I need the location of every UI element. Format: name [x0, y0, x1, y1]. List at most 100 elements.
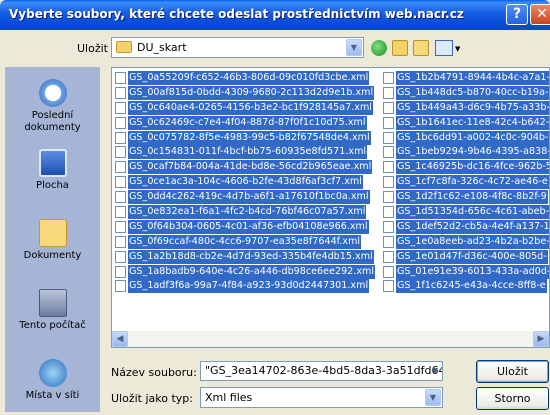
filetype-dropdown[interactable]: Xml files	[200, 387, 443, 408]
xml-file-icon	[115, 206, 126, 219]
file-list-item[interactable]: GS_0caf7b84-004a-41de-bd8e-56cd2b965eae.…	[115, 160, 373, 175]
file-list-item[interactable]: GS_00af815d-0bdd-4309-9680-2c113d2d9e1b.…	[115, 85, 375, 101]
file-name: GS_0dd4c262-419c-4d7b-a6f1-a17610f1bc0a.…	[128, 190, 370, 205]
up-folder-icon[interactable]	[392, 40, 408, 56]
file-list-item[interactable]: GS_1def52d2-cb5a-4e4f-a137-1	[383, 219, 549, 235]
xml-file-icon	[383, 220, 394, 233]
file-name: GS_1b2b4791-8944-4b4c-a7a1-	[396, 71, 550, 85]
horizontal-scrollbar[interactable]: ◀ ▶	[112, 331, 549, 347]
xml-file-icon	[115, 161, 126, 174]
file-list-item[interactable]: GS_1a2b18d8-cb2e-4d7d-93ed-335b4fe4db15.…	[115, 249, 374, 265]
xml-file-icon	[383, 131, 394, 144]
file-name: GS_1a8badb9-640e-4c26-a446-db98ce6ee292.…	[128, 264, 376, 279]
file-list-item[interactable]: GS_0c075782-8f5e-4983-99c5-b82f67548de4.…	[115, 130, 371, 146]
lookin-value: DU_skart	[137, 41, 187, 54]
place-network[interactable]: Místa v síti	[5, 359, 100, 402]
file-list-item[interactable]: GS_0c62469c-c7e4-4f04-887d-87f0f1c10d75.…	[115, 115, 370, 131]
file-list-item[interactable]: GS_1d2f1c62-e108-4f8c-8b2f-9	[383, 190, 549, 205]
xml-file-icon	[383, 206, 394, 219]
file-name: GS_1a2b18d8-cb2e-4d7d-93ed-335b4fe4db15.…	[128, 249, 374, 264]
view-menu-icon[interactable]	[435, 40, 453, 56]
file-list-item[interactable]: GS_0c640ae4-0265-4156-b3e2-bc1f928145a7.…	[115, 100, 373, 116]
file-list-item[interactable]: GS_1a8badb9-640e-4c26-a446-db98ce6ee292.…	[115, 264, 376, 280]
help-button[interactable]: ?	[506, 4, 528, 25]
scroll-right-icon[interactable]: ▶	[533, 331, 549, 347]
file-list-item[interactable]: GS_1b1641ec-11e8-42c4-b642-	[383, 115, 549, 131]
recent-documents-icon	[38, 79, 67, 107]
xml-file-icon	[115, 116, 126, 129]
xml-file-icon	[115, 131, 126, 144]
file-list-item[interactable]: GS_0f69ccaf-480c-4cc6-9707-ea35e8f7644f.…	[115, 234, 370, 250]
chevron-down-icon[interactable]: ▼	[346, 39, 362, 56]
file-list-item[interactable]: GS_0f64b304-0605-4c01-af36-efb04108e966.…	[115, 219, 370, 235]
save-button[interactable]: Uložit	[476, 360, 549, 383]
file-name: GS_00af815d-0bdd-4309-9680-2c113d2d9e1b.…	[128, 85, 375, 100]
desktop-icon	[38, 149, 67, 177]
place-desktop[interactable]: Plocha	[5, 149, 100, 192]
view-menu-arrow-icon[interactable]: ▼	[455, 45, 460, 53]
xml-file-icon	[383, 250, 394, 263]
file-list-item[interactable]: GS_1bc6dd91-a002-4c0c-904b-	[383, 130, 549, 146]
file-list-item[interactable]: GS_0dd4c262-419c-4d7b-a6f1-a17610f1bc0a.…	[115, 190, 370, 205]
xml-file-icon	[383, 265, 394, 278]
chevron-down-icon[interactable]: ▼	[425, 389, 441, 406]
file-list[interactable]: GS_0a55209f-c652-46b3-806d-09c010fd3cbe.…	[111, 67, 550, 348]
window-title: Vyberte soubory, které chcete odeslat pr…	[9, 7, 464, 21]
file-name: GS_0f69ccaf-480c-4cc6-9707-ea35e8f7644f.…	[128, 234, 362, 249]
file-name: GS_0c62469c-c7e4-4f04-887d-87f0f1c10d75.…	[128, 115, 367, 130]
file-name: GS_1b449a43-d6c9-4b75-a33b-	[396, 100, 550, 115]
close-button[interactable]: ✕	[530, 4, 550, 25]
back-icon[interactable]	[371, 40, 387, 56]
xml-file-icon	[115, 191, 126, 204]
file-list-item[interactable]: GS_1d51354d-656c-4c61-abeb-	[383, 205, 550, 220]
file-list-item[interactable]: GS_1b448dc5-b870-40cc-b19a-9	[383, 85, 549, 101]
file-list-item[interactable]: GS_1b449a43-d6c9-4b75-a33b-	[383, 100, 550, 116]
file-list-item[interactable]: GS_1cf7c8fa-326c-4c72-ae46-e	[383, 175, 549, 190]
file-name: GS_1e0a8eeb-ad23-4b2a-b2be-	[396, 234, 550, 249]
folder-icon	[116, 41, 132, 53]
cancel-button[interactable]: Storno	[476, 387, 549, 410]
file-name: GS_1c46925b-dc16-4fce-962b-5	[396, 160, 549, 175]
place-recent-documents[interactable]: Poslední dokumenty	[5, 79, 100, 134]
file-name: GS_0e832ea1-f6a1-4fc2-b4cd-76bf46c07a57.…	[128, 205, 367, 220]
scroll-left-icon[interactable]: ◀	[112, 331, 128, 347]
chevron-down-icon[interactable]: ▼	[428, 363, 442, 379]
file-list-item[interactable]: GS_01e91e39-6013-433a-ad0d-	[383, 264, 550, 280]
file-list-item[interactable]: GS_1c46925b-dc16-4fce-962b-5	[383, 160, 549, 175]
network-icon	[38, 359, 67, 387]
file-name: GS_1bc6dd91-a002-4c0c-904b-	[396, 130, 549, 145]
lookin-dropdown[interactable]: DU_skart ▼	[111, 37, 364, 58]
xml-file-icon	[115, 176, 126, 189]
place-documents[interactable]: Dokumenty	[5, 219, 100, 262]
file-name: GS_0c075782-8f5e-4983-99c5-b82f67548de4.…	[128, 130, 371, 145]
file-list-item[interactable]: GS_0ce1ac3a-104c-4606-b2fe-43d8f6af3cf7.…	[115, 175, 370, 190]
xml-file-icon	[383, 146, 394, 159]
file-list-item[interactable]: GS_1e01d47f-d36c-400e-805d-	[383, 249, 549, 265]
xml-file-icon	[115, 146, 126, 159]
filename-label: Název souboru:	[111, 366, 197, 379]
file-list-item[interactable]: GS_1f1c6245-e43a-4cce-8ff8-e	[383, 279, 549, 294]
xml-file-icon	[115, 220, 126, 233]
file-list-item[interactable]: GS_1beb9294-9b46-4395-a838-	[383, 145, 550, 160]
file-list-item[interactable]: GS_1adf3f6a-99a7-4f84-a923-93d0d2447301.…	[115, 279, 370, 294]
file-name: GS_1cf7c8fa-326c-4c72-ae46-e	[396, 175, 549, 190]
file-name: GS_1beb9294-9b46-4395-a838-	[396, 145, 550, 160]
place-my-computer[interactable]: Tento počítač	[5, 289, 100, 332]
file-name: GS_1d51354d-656c-4c61-abeb-	[396, 205, 550, 220]
file-list-item[interactable]: GS_0e832ea1-f6a1-4fc2-b4cd-76bf46c07a57.…	[115, 205, 370, 220]
file-list-item[interactable]: GS_0c154831-011f-4bcf-bb75-60935e8fd571.…	[115, 145, 370, 160]
xml-file-icon	[383, 235, 394, 248]
xml-file-icon	[115, 72, 126, 84]
xml-file-icon	[383, 280, 394, 293]
file-name: GS_1e01d47f-d36c-400e-805d-	[396, 249, 548, 264]
place-label: Dokumenty	[23, 250, 82, 261]
new-folder-icon[interactable]	[413, 40, 429, 56]
file-name: GS_01e91e39-6013-433a-ad0d-	[396, 264, 550, 279]
file-name: GS_0f64b304-0605-4c01-af36-efb04108e966.…	[128, 219, 369, 234]
file-list-item[interactable]: GS_1b2b4791-8944-4b4c-a7a1-	[383, 71, 550, 86]
title-bar: Vyberte soubory, které chcete odeslat pr…	[0, 0, 550, 30]
file-list-item[interactable]: GS_0a55209f-c652-46b3-806d-09c010fd3cbe.…	[115, 71, 370, 86]
file-name: GS_0c640ae4-0265-4156-b3e2-bc1f928145a7.…	[128, 100, 373, 115]
filename-input[interactable]: "GS_3ea14702-863e-4bd5-8da3-3a51dfd6454	[200, 361, 443, 381]
file-list-item[interactable]: GS_1e0a8eeb-ad23-4b2a-b2be-	[383, 234, 550, 250]
